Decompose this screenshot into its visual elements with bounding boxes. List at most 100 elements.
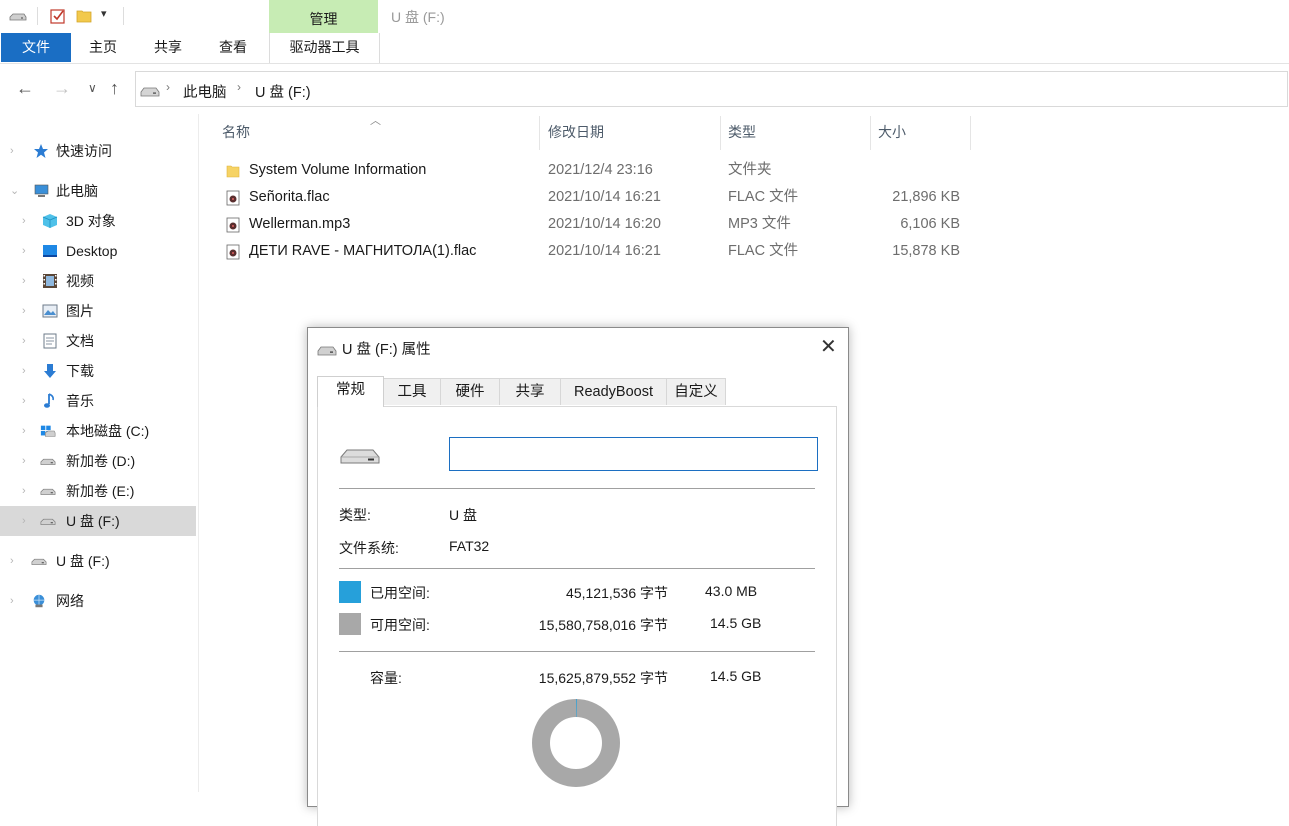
file-row[interactable]: Wellerman.mp3 2021/10/14 16:20 MP3 文件 6,… [222,211,982,238]
breadcrumb-this-pc[interactable]: 此电脑 [183,81,227,102]
properties-check-icon[interactable] [49,7,67,25]
file-size: 6,106 KB [900,216,960,232]
file-name: ДЕТИ RAVE - МАГНИТОЛА(1).flac [249,243,477,259]
sidebar-item-network[interactable]: › 网络 [0,586,196,616]
sidebar-item-documents[interactable]: › 文档 [0,326,196,356]
sidebar-item-pictures[interactable]: › 图片 [0,296,196,326]
expand-chevron-icon[interactable]: › [22,326,26,356]
sidebar-item-drive-e[interactable]: › 新加卷 (E:) [0,476,196,506]
column-divider[interactable] [539,116,540,150]
used-space-swatch [339,581,361,603]
drive-icon [140,87,160,97]
sidebar-item-3d-objects[interactable]: › 3D 对象 [0,206,196,236]
breadcrumb-current-drive[interactable]: U 盘 (F:) [255,81,311,102]
cube-icon [42,214,58,228]
collapse-chevron-icon[interactable]: ⌄ [10,176,19,206]
audio-file-icon [226,217,240,233]
usb-drive-icon [317,346,337,356]
sidebar-item-quick-access[interactable]: › 快速访问 [0,136,196,166]
usb-drive-icon [31,558,47,565]
expand-chevron-icon[interactable]: › [10,586,14,616]
column-header-date[interactable]: 修改日期 [548,118,604,148]
desktop-icon [43,245,57,257]
volume-name-input[interactable] [449,437,818,471]
tab-home[interactable]: 主页 [78,33,128,62]
free-space-label: 可用空间: [370,617,430,633]
expand-chevron-icon[interactable]: › [22,206,26,236]
properties-dialog: U 盘 (F:) 属性 ✕ 常规 工具 硬件 共享 ReadyBoost 自定义… [307,327,849,826]
tab-view[interactable]: 查看 [208,33,258,62]
file-row[interactable]: Señorita.flac 2021/10/14 16:21 FLAC 文件 2… [222,184,982,211]
column-divider[interactable] [720,116,721,150]
tab-share[interactable]: 共享 [143,33,193,62]
divider [339,488,815,489]
sidebar-item-downloads[interactable]: › 下载 [0,356,196,386]
usb-drive-icon [340,449,380,464]
column-header-name[interactable]: 名称 [222,118,250,148]
address-bar[interactable]: › 此电脑 › U 盘 (F:) [135,71,1288,107]
window-title: U 盘 (F:) [391,9,445,25]
file-name: Wellerman.mp3 [249,216,351,232]
usb-drive-icon [40,518,56,525]
context-tab-group-label: 管理 [309,11,338,27]
back-arrow-icon[interactable]: ← [16,78,34,99]
up-arrow-icon[interactable]: ↑ [110,78,119,99]
tab-hardware[interactable]: 硬件 [440,378,500,405]
file-name: Señorita.flac [249,189,330,205]
sidebar-item-music[interactable]: › 音乐 [0,386,196,416]
sidebar-item-videos[interactable]: › 视频 [0,266,196,296]
expand-chevron-icon[interactable]: › [22,236,26,266]
breadcrumb-separator-icon[interactable]: › [166,80,170,94]
tab-drive-tools[interactable]: 驱动器工具 [269,33,380,63]
sidebar-item-desktop[interactable]: › Desktop [0,236,196,266]
expand-chevron-icon[interactable]: › [22,356,26,386]
file-date: 2021/10/14 16:20 [548,216,661,232]
tab-file[interactable]: 文件 [1,33,71,62]
dropdown-arrow-icon[interactable]: ▾ [101,7,107,20]
sidebar-item-drive-c[interactable]: › 本地磁盘 (C:) [0,416,196,446]
type-value: U 盘 [449,507,477,523]
expand-chevron-icon[interactable]: › [22,386,26,416]
file-row[interactable]: System Volume Information 2021/12/4 23:1… [222,157,982,184]
expand-chevron-icon[interactable]: › [22,506,26,536]
column-header-size[interactable]: 大小 [878,118,906,148]
music-icon [44,393,54,408]
free-space-bytes: 15,580,758,016 字节 [538,617,668,633]
expand-chevron-icon[interactable]: › [10,546,14,576]
recent-locations-chevron-icon[interactable]: ∨ [88,81,97,95]
sidebar-item-label: U 盘 (F:) [66,513,120,529]
tab-tools[interactable]: 工具 [383,378,441,405]
tab-readyboost[interactable]: ReadyBoost [560,378,667,405]
tab-customize[interactable]: 自定义 [666,378,726,405]
sidebar-item-label: 音乐 [66,393,94,409]
column-divider[interactable] [970,116,971,150]
column-divider[interactable] [870,116,871,150]
expand-chevron-icon[interactable]: › [22,416,26,446]
expand-chevron-icon[interactable]: › [22,446,26,476]
file-type: FLAC 文件 [728,243,799,259]
sidebar-item-drive-f-selected[interactable]: › U 盘 (F:) [0,506,196,536]
file-type: 文件夹 [728,162,772,178]
tab-sharing[interactable]: 共享 [499,378,561,405]
context-tab-group-manage: 管理 [269,0,378,33]
sidebar-item-drive-d[interactable]: › 新加卷 (D:) [0,446,196,476]
navigation-pane: › 快速访问 ⌄ 此电脑 › 3D 对象 › Desktop › 视频 › 图片… [0,114,199,792]
expand-chevron-icon[interactable]: › [22,476,26,506]
folder-icon[interactable] [75,7,93,25]
drive-icon[interactable] [9,7,27,25]
audio-file-icon [226,190,240,206]
expand-chevron-icon[interactable]: › [10,136,14,166]
expand-chevron-icon[interactable]: › [22,266,26,296]
breadcrumb-separator-icon[interactable]: › [237,80,241,94]
tab-general[interactable]: 常规 [317,376,384,407]
forward-arrow-icon[interactable]: → [53,78,71,99]
sidebar-item-this-pc[interactable]: ⌄ 此电脑 [0,176,196,206]
close-icon[interactable]: ✕ [820,334,837,359]
sidebar-item-drive-f[interactable]: › U 盘 (F:) [0,546,196,576]
file-row[interactable]: ДЕТИ RAVE - МАГНИТОЛА(1).flac 2021/10/14… [222,238,982,265]
expand-chevron-icon[interactable]: › [22,296,26,326]
type-label: 类型: [339,507,371,523]
used-space-label: 已用空间: [370,585,430,601]
file-size: 15,878 KB [892,243,960,259]
column-header-type[interactable]: 类型 [728,118,756,148]
